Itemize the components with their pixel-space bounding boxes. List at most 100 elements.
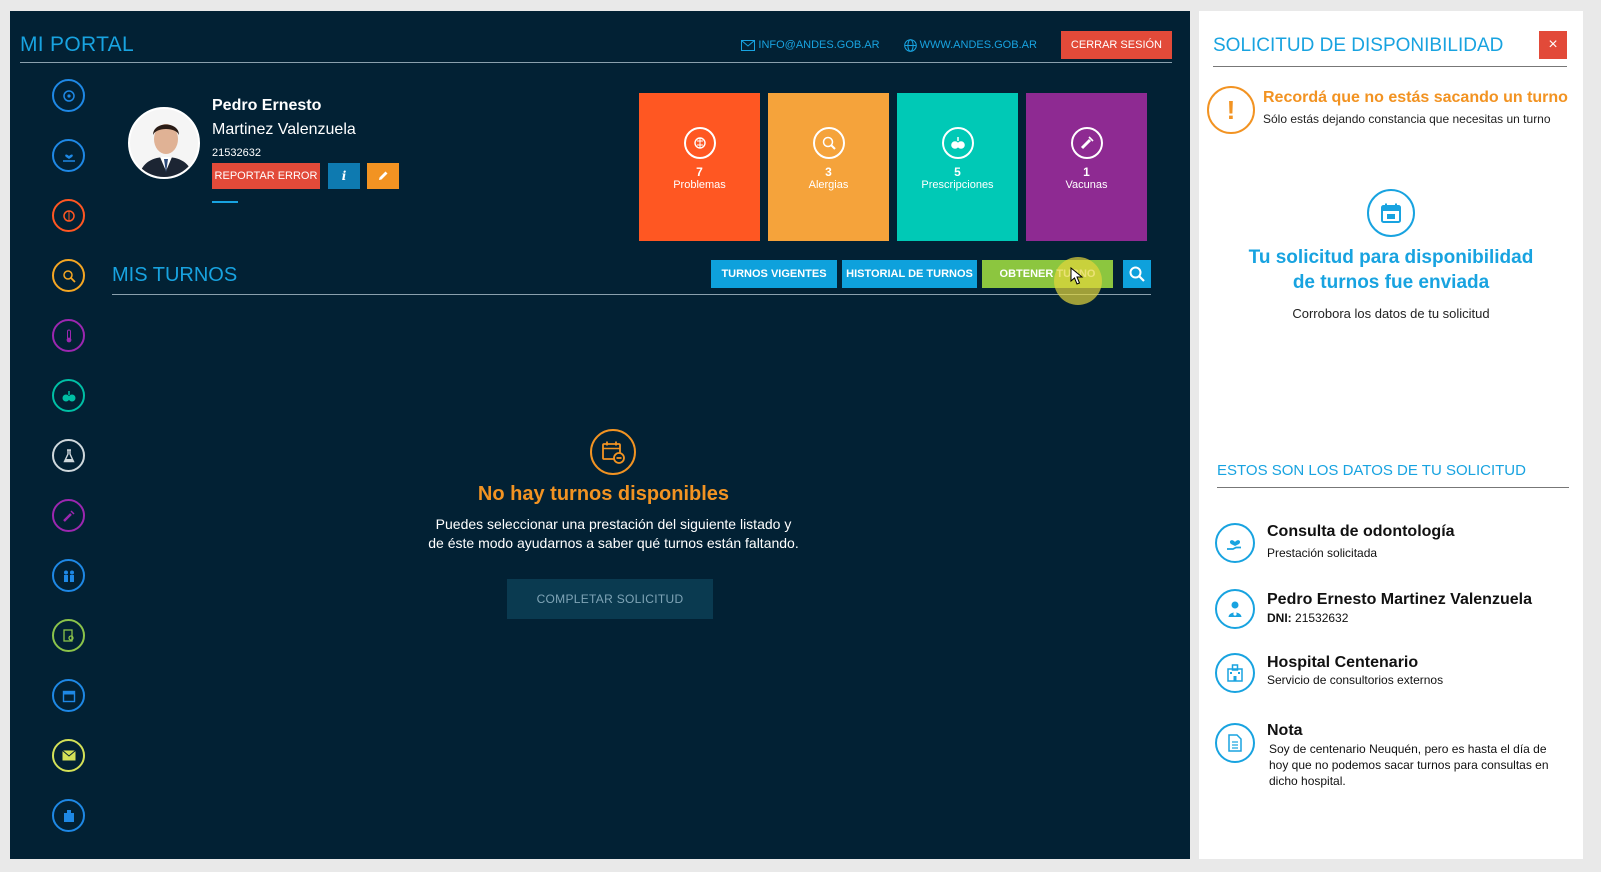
calendar-icon bbox=[62, 690, 75, 702]
sidebar-item-messages[interactable] bbox=[52, 739, 85, 772]
heart-hand-icon bbox=[62, 153, 75, 162]
profile-accent-line bbox=[212, 201, 238, 203]
family-icon bbox=[63, 570, 74, 582]
tab-historial-turnos[interactable]: HISTORIAL DE TURNOS bbox=[842, 260, 977, 288]
stat-card-prescriptions[interactable]: 5 Prescripciones bbox=[897, 93, 1018, 241]
pencil-icon bbox=[379, 171, 388, 180]
sidebar-item-prescriptions[interactable] bbox=[52, 379, 85, 412]
stat-label: Alergias bbox=[808, 179, 849, 191]
web-link[interactable]: WWW.ANDES.GOB.AR bbox=[903, 38, 1037, 52]
sidebar-item-family[interactable] bbox=[52, 559, 85, 592]
calendar-icon bbox=[1367, 189, 1415, 237]
empty-state-line: de éste modo ayudarnos a saber qué turno… bbox=[428, 535, 799, 551]
sidebar-item-care[interactable] bbox=[52, 139, 85, 172]
mouse-cursor-icon bbox=[1070, 267, 1084, 285]
panel-divider bbox=[1213, 66, 1567, 67]
dni-label: DNI: bbox=[1267, 611, 1292, 625]
note-text: Soy de centenario Neuquén, pero es hasta… bbox=[1269, 742, 1549, 788]
brain-icon bbox=[683, 127, 716, 159]
top-links: INFO@ANDES.GOB.AR WWW.ANDES.GOB.AR CERRA… bbox=[741, 31, 1172, 59]
web-link-label: WWW.ANDES.GOB.AR bbox=[919, 39, 1037, 51]
hospital-icon bbox=[63, 809, 74, 822]
document-search-icon bbox=[62, 628, 74, 642]
stat-count: 7 bbox=[696, 165, 703, 179]
patient-dni: 21532632 bbox=[212, 147, 261, 159]
note-icon bbox=[1215, 723, 1255, 763]
edit-button[interactable] bbox=[367, 163, 399, 189]
portal-main: MI PORTAL INFO@ANDES.GOB.AR WWW.ANDES.GO… bbox=[10, 11, 1190, 859]
stat-card-problems[interactable]: 7 Problemas bbox=[639, 93, 760, 241]
globe-icon bbox=[903, 38, 917, 52]
dashboard-icon bbox=[62, 89, 75, 102]
request-sent-subtitle: Corrobora los datos de tu solicitud bbox=[1292, 306, 1490, 321]
request-sent-title: Tu solicitud para disponibilidad de turn… bbox=[1199, 245, 1583, 295]
stat-card-allergies[interactable]: 3 Alergias bbox=[768, 93, 889, 241]
sidebar-item-allergies[interactable] bbox=[52, 259, 85, 292]
sidebar-item-appointments[interactable] bbox=[52, 679, 85, 712]
panel-title: SOLICITUD DE DISPONIBILIDAD bbox=[1213, 35, 1504, 56]
brain-icon bbox=[62, 209, 75, 222]
stat-count: 3 bbox=[825, 165, 832, 179]
flask-icon bbox=[62, 448, 75, 462]
patient-first-name: Pedro Ernesto bbox=[212, 97, 322, 114]
report-error-button[interactable]: REPORTAR ERROR bbox=[212, 163, 320, 189]
sidebar-item-vitals[interactable] bbox=[52, 319, 85, 352]
empty-state-line: Puedes seleccionar una prestación del si… bbox=[435, 516, 792, 532]
sidebar-item-labs[interactable] bbox=[52, 439, 85, 472]
sidebar-item-hospitals[interactable] bbox=[52, 799, 85, 832]
allergy-search-icon bbox=[62, 269, 76, 283]
note-title: Nota bbox=[1267, 722, 1303, 739]
tab-turnos-vigentes[interactable]: TURNOS VIGENTES bbox=[711, 260, 837, 288]
service-subtitle: Prestación solicitada bbox=[1267, 546, 1378, 560]
user-icon bbox=[1215, 589, 1255, 629]
patient-dni-value: 21532632 bbox=[1295, 611, 1349, 625]
section-divider bbox=[112, 294, 1151, 295]
patient-last-name: Martinez Valenzuela bbox=[212, 121, 356, 138]
request-sent-line: Tu solicitud para disponibilidad bbox=[1248, 247, 1534, 268]
page-title: MI PORTAL bbox=[20, 33, 134, 56]
email-link-label: INFO@ANDES.GOB.AR bbox=[758, 39, 880, 51]
topbar: MI PORTAL INFO@ANDES.GOB.AR WWW.ANDES.GO… bbox=[20, 11, 1172, 63]
email-link[interactable]: INFO@ANDES.GOB.AR bbox=[741, 39, 880, 51]
patient-dni-line: DNI: 21532632 bbox=[1267, 611, 1348, 625]
person-photo-icon bbox=[130, 109, 198, 177]
search-button[interactable] bbox=[1123, 260, 1151, 288]
complete-request-button[interactable]: COMPLETAR SOLICITUD bbox=[507, 579, 713, 619]
sidebar-item-documents[interactable] bbox=[52, 619, 85, 652]
section-title: MIS TURNOS bbox=[112, 264, 238, 286]
stat-label: Vacunas bbox=[1065, 179, 1108, 191]
calendar-remove-icon bbox=[590, 429, 636, 475]
avatar bbox=[128, 107, 200, 179]
thermometer-icon bbox=[66, 329, 71, 342]
stat-count: 5 bbox=[954, 165, 961, 179]
close-button[interactable]: × bbox=[1539, 31, 1567, 59]
pills-icon bbox=[62, 390, 75, 401]
hospital-icon bbox=[1215, 653, 1255, 693]
search-icon bbox=[1129, 266, 1145, 282]
mail-icon bbox=[61, 750, 76, 761]
sidebar-item-problems[interactable] bbox=[52, 199, 85, 232]
stat-card-vaccines[interactable]: 1 Vacunas bbox=[1026, 93, 1147, 241]
service-title: Consulta de odontología bbox=[1267, 523, 1455, 540]
warning-icon: ! bbox=[1207, 86, 1255, 134]
warning-subtitle: Sólo estás dejando constancia que necesi… bbox=[1263, 112, 1551, 126]
info-button[interactable]: i bbox=[328, 163, 360, 189]
request-data-title: ESTOS SON LOS DATOS DE TU SOLICITUD bbox=[1217, 462, 1526, 479]
stat-label: Prescripciones bbox=[921, 179, 994, 191]
warning-title: Recordá que no estás sacando un turno bbox=[1263, 89, 1568, 106]
stat-label: Problemas bbox=[673, 179, 726, 191]
empty-state-title: No hay turnos disponibles bbox=[477, 483, 730, 505]
empty-state-text: Puedes seleccionar una prestación del si… bbox=[10, 515, 1217, 553]
mail-icon bbox=[741, 39, 756, 51]
hospital-title: Hospital Centenario bbox=[1267, 654, 1419, 671]
patient-name: Pedro Ernesto Martinez Valenzuela bbox=[1267, 591, 1532, 608]
hospital-subtitle: Servicio de consultorios externos bbox=[1267, 673, 1444, 687]
allergy-search-icon bbox=[812, 127, 845, 159]
logout-button[interactable]: CERRAR SESIÓN bbox=[1060, 31, 1172, 59]
sidebar-item-dashboard[interactable] bbox=[52, 79, 85, 112]
pills-icon bbox=[941, 127, 974, 159]
stat-count: 1 bbox=[1083, 165, 1090, 179]
heart-hand-icon bbox=[1215, 523, 1255, 563]
availability-panel: SOLICITUD DE DISPONIBILIDAD × ! Recordá … bbox=[1199, 11, 1583, 859]
syringe-icon bbox=[1070, 127, 1103, 159]
